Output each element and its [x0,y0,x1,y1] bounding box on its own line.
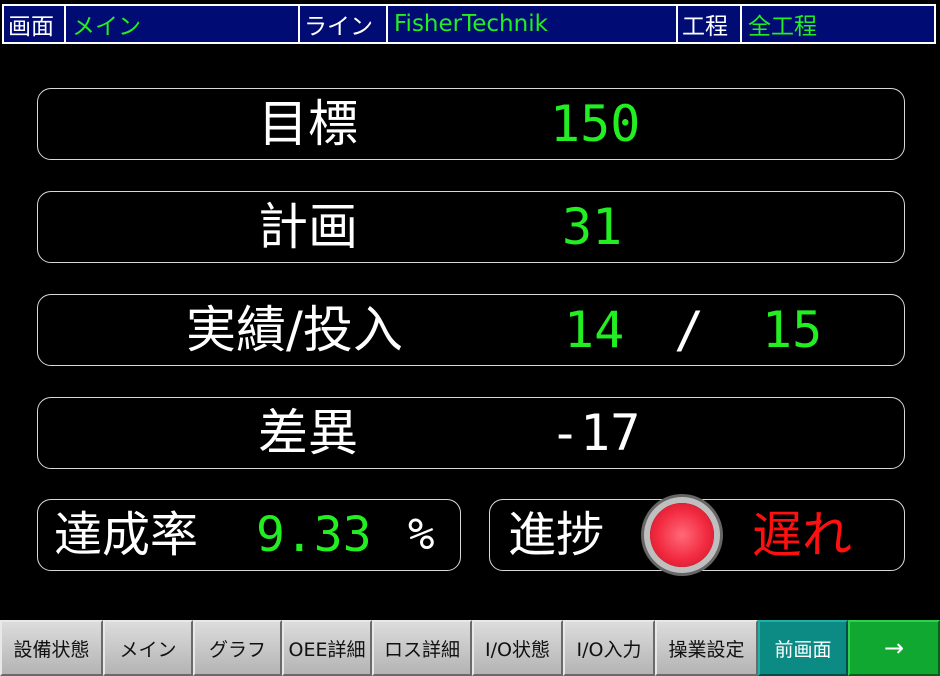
actual-input-label: 実績/投入 [186,301,403,359]
difference-value: -17 [550,404,641,462]
plan-value: 31 [562,198,623,256]
achievement-value: 9.33 [256,507,372,563]
actual-value: 14 [564,301,625,359]
plan-panel: 計画 31 [37,191,905,263]
achievement-panel: 達成率 9.33 % [37,499,461,571]
header-bar: 画面 メイン ライン FisherTechnik 工程 全工程 [2,4,936,44]
nav-operation-settings-button[interactable]: 操業設定 [655,620,758,676]
nav-main-button[interactable]: メイン [103,620,193,676]
status-lamp-icon [650,503,714,567]
nav-io-status-button[interactable]: I/O状態 [472,620,563,676]
achievement-unit: % [408,509,435,560]
input-value: 15 [762,301,823,359]
screen-value: メイン [66,6,300,42]
plan-label: 計画 [258,198,358,256]
nav-oee-detail-button[interactable]: OEE詳細 [282,620,372,676]
difference-label: 差異 [258,404,358,462]
bottom-nav: 設備状態 メイン グラフ OEE詳細 ロス詳細 I/O状態 I/O入力 操業設定… [0,620,940,676]
nav-next-arrow-button[interactable]: → [848,620,940,676]
screen-label: 画面 [4,6,66,42]
progress-panel: 進捗 遅れ [489,499,905,571]
line-label: ライン [300,6,388,42]
actual-separator: / [674,301,705,359]
nav-previous-screen-button[interactable]: 前画面 [758,620,848,676]
nav-io-input-button[interactable]: I/O入力 [563,620,655,676]
nav-graph-button[interactable]: グラフ [193,620,282,676]
line-value: FisherTechnik [388,6,678,42]
nav-loss-detail-button[interactable]: ロス詳細 [372,620,472,676]
progress-label: 進捗 [508,507,605,563]
achievement-label: 達成率 [54,507,199,563]
progress-status: 遅れ [752,506,852,564]
target-value: 150 [550,95,641,153]
target-label: 目標 [258,95,358,153]
nav-equipment-status-button[interactable]: 設備状態 [0,620,103,676]
target-panel: 目標 150 [37,88,905,160]
actual-input-panel: 実績/投入 14 / 15 [37,294,905,366]
difference-panel: 差異 -17 [37,397,905,469]
process-label: 工程 [678,6,742,42]
process-value: 全工程 [748,14,817,40]
